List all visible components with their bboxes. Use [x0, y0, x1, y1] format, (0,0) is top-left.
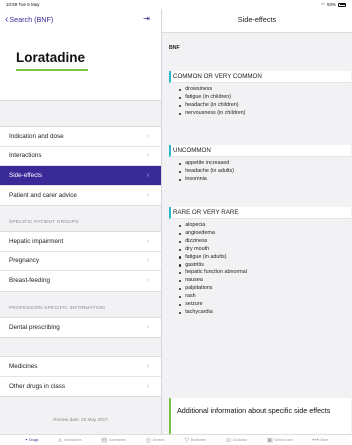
- sidebar-item-medicines[interactable]: Medicines ›: [0, 357, 161, 377]
- section-list: alopecia angioedema dizziness dry mouth …: [169, 219, 351, 321]
- chevron-right-icon: ›: [146, 152, 149, 160]
- chevron-right-icon: ›: [146, 323, 149, 331]
- list-item: palpitations: [179, 285, 351, 293]
- chevron-right-icon: ›: [146, 237, 149, 245]
- drug-title: Loratadine: [16, 50, 86, 65]
- list-item: nervousness (in children): [179, 110, 351, 118]
- content-header: Side-effects: [162, 9, 352, 33]
- sidebar-item-side-effects[interactable]: Side-effects ›: [0, 166, 161, 186]
- sidebar-item-hepatic-impairment[interactable]: Hepatic impairment ›: [0, 232, 161, 252]
- chevron-right-icon: ›: [146, 191, 149, 199]
- list-item: hepatic function abnormal: [179, 269, 351, 277]
- section-heading: RARE OR VERY RARE: [169, 207, 351, 219]
- tab-interactions[interactable]: ⋏ Interactions: [58, 437, 82, 444]
- borderline-icon: ▽: [184, 436, 190, 444]
- tab-bar: ◔ Drugs ⋏ Interactions ▤ Summaries ◎ Devices…: [0, 434, 352, 445]
- interactions-icon: ⋏: [57, 436, 63, 444]
- sidebar-item-other-drugs-in-class[interactable]: Other drugs in class ›: [0, 376, 161, 396]
- more-icon: •••: [312, 436, 319, 444]
- status-right: ◠ 93%: [321, 2, 346, 8]
- tab-more[interactable]: ••• More: [312, 437, 328, 444]
- tab-borderline[interactable]: ▽ Borderline: [184, 437, 206, 444]
- tab-guidance[interactable]: ⊖ Guidance: [226, 437, 247, 444]
- back-label: Search (BNF): [9, 15, 54, 24]
- chevron-right-icon: ›: [146, 277, 149, 285]
- list-item: fatigue (in adults): [179, 254, 351, 262]
- sidebar-item-patient-and-carer-advice[interactable]: Patient and carer advice ›: [0, 185, 161, 205]
- chevron-right-icon: ›: [146, 132, 149, 140]
- back-button[interactable]: ‹ Search (BNF): [5, 14, 54, 25]
- list-item: headache (in children): [179, 102, 351, 110]
- section-label-patient-groups: SPECIFIC PATIENT GROUPS: [9, 220, 79, 225]
- wound-care-icon: ▣: [266, 436, 273, 444]
- sidebar-item-dental-prescribing[interactable]: Dental prescribing ›: [0, 317, 161, 337]
- sidebar-item-indication-and-dose[interactable]: Indication and dose ›: [0, 127, 161, 147]
- section-common: COMMON OR VERY COMMON drowsiness fatigue…: [169, 71, 351, 122]
- status-time-date: 10:59 Tue 5 May: [6, 2, 40, 7]
- chevron-left-icon: ‹: [5, 14, 9, 25]
- tab-devices[interactable]: ◎ Devices: [145, 437, 164, 444]
- pill-icon: ◔: [23, 436, 28, 444]
- other-items: Medicines › Other drugs in class ›: [0, 356, 161, 397]
- tab-wound-care[interactable]: ▣ Wound care: [267, 437, 293, 444]
- monograph-sections: Indication and dose › Interactions › Side-…: [0, 126, 161, 206]
- collapse-sidebar-icon[interactable]: ⇥: [142, 14, 151, 23]
- chevron-right-icon: ›: [146, 257, 149, 265]
- sidebar-item-breast-feeding[interactable]: Breast-feeding ›: [0, 271, 161, 291]
- list-item: tachycardia: [179, 309, 351, 317]
- battery-icon: [338, 2, 346, 7]
- guidance-icon: ⊖: [225, 436, 232, 444]
- section-list: appetite increased headache (in adults) …: [169, 157, 351, 188]
- chevron-right-icon: ›: [146, 382, 149, 390]
- summaries-icon: ▤: [101, 436, 108, 444]
- list-item: insomnia: [179, 176, 351, 184]
- list-item: dizziness: [179, 238, 351, 246]
- section-list: drowsiness fatigue (in children) headach…: [169, 83, 351, 122]
- section-uncommon: UNCOMMON appetite increased headache (in…: [169, 145, 351, 188]
- sidebar: ‹ Search (BNF) ⇥ Loratadine Indication a…: [0, 9, 162, 434]
- battery-percent: 93%: [326, 2, 336, 7]
- list-item: nausea: [179, 277, 351, 285]
- section-rare: RARE OR VERY RARE alopecia angioedema di…: [169, 207, 351, 321]
- profession-items: Dental prescribing ›: [0, 316, 161, 338]
- chevron-right-icon: ›: [146, 362, 149, 370]
- tab-drugs[interactable]: ◔ Drugs: [24, 437, 38, 444]
- list-item: headache (in adults): [179, 168, 351, 176]
- side-effects-content: BNF COMMON OR VERY COMMON drowsiness fat…: [162, 33, 352, 442]
- section-heading: UNCOMMON: [169, 145, 351, 157]
- devices-icon: ◎: [145, 436, 152, 444]
- sidebar-item-interactions[interactable]: Interactions ›: [0, 146, 161, 166]
- tab-summaries[interactable]: ▤ Summaries: [101, 437, 126, 444]
- status-bar: 10:59 Tue 5 May ◠ 93%: [0, 0, 352, 9]
- list-item: seizure: [179, 301, 351, 309]
- list-item: angioedema: [179, 230, 351, 238]
- list-item: gastritis: [179, 262, 351, 270]
- list-item: dry mouth: [179, 246, 351, 254]
- list-item: appetite increased: [179, 160, 351, 168]
- list-item: rash: [179, 293, 351, 301]
- page-title: Side-effects: [237, 15, 277, 24]
- chevron-right-icon: ›: [146, 171, 149, 179]
- list-item: alopecia: [179, 222, 351, 230]
- review-date: Review date: 22 May 2017: [53, 417, 108, 422]
- source-label: BNF: [169, 45, 180, 51]
- title-underline: [16, 69, 88, 71]
- list-item: drowsiness: [179, 86, 351, 94]
- patient-groups: Hepatic impairment › Pregnancy › Breast-fe…: [0, 231, 161, 292]
- section-heading: COMMON OR VERY COMMON: [169, 71, 351, 83]
- list-item: fatigue (in children): [179, 94, 351, 102]
- drug-header: ‹ Search (BNF) ⇥ Loratadine: [0, 9, 161, 101]
- sidebar-item-pregnancy[interactable]: Pregnancy ›: [0, 251, 161, 271]
- section-label-profession: PROFESSION-SPECIFIC INFORMATION: [9, 305, 105, 311]
- wifi-icon: ◠: [321, 1, 325, 7]
